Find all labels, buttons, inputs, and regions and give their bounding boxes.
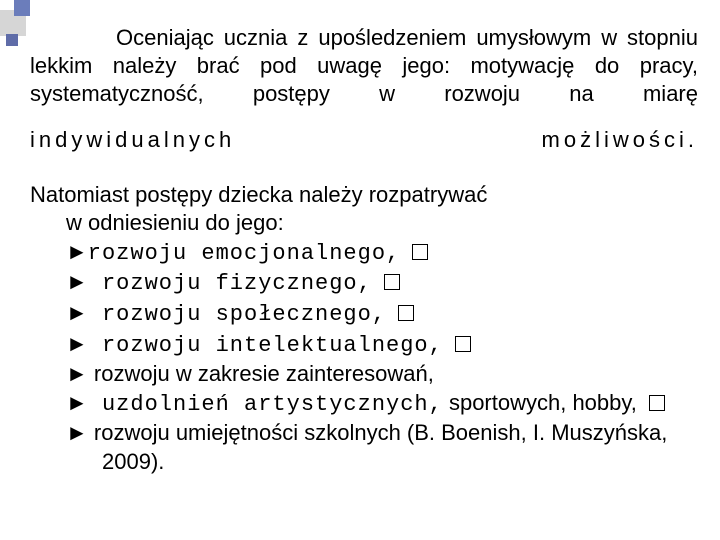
square-blue-small-icon [6, 34, 18, 46]
triangle-icon: ► [66, 390, 88, 415]
box-icon [384, 274, 400, 290]
list-item: ► uzdolnień artystycznych, sportowych, h… [66, 389, 698, 420]
list-item: ► rozwoju intelektualnego, [66, 330, 698, 361]
triangle-icon: ► [66, 331, 88, 356]
item-text: rozwoju emocjonalnego, [88, 241, 400, 266]
bullet-list: ►rozwoju emocjonalnego, ► rozwoju fizycz… [30, 238, 698, 477]
list-item: ► rozwoju fizycznego, [66, 268, 698, 299]
list-item: ►rozwoju emocjonalnego, [66, 238, 698, 269]
lead-line-1: Natomiast postępy dziecka należy rozpatr… [30, 181, 698, 210]
box-icon [649, 395, 665, 411]
item-text: rozwoju intelektualnego, [88, 333, 443, 358]
item-text: sportowych, hobby, [443, 390, 637, 415]
list-item: ► rozwoju w zakresie zainteresowań, [66, 360, 698, 389]
box-icon [455, 336, 471, 352]
item-text: rozwoju w zakresie zainteresowań, [88, 361, 434, 386]
item-text: rozwoju fizycznego, [88, 271, 372, 296]
triangle-icon: ► [66, 300, 88, 325]
square-blue-icon [14, 0, 30, 16]
slide: Oceniając ucznia z upośledzeniem umysłow… [0, 0, 720, 540]
item-text: uzdolnień artystycznych, [88, 392, 443, 417]
triangle-icon: ► [66, 269, 88, 294]
triangle-icon: ► [66, 239, 88, 264]
list-item: ► rozwoju społecznego, [66, 299, 698, 330]
lead-line-2: w odniesieniu do jego: [30, 209, 698, 238]
list-item: ► rozwoju umiejętności szkolnych (B. Boe… [66, 419, 698, 476]
triangle-icon: ► [66, 361, 88, 386]
item-text: rozwoju umiejętności szkolnych (B. Boeni… [88, 420, 668, 474]
box-icon [398, 305, 414, 321]
triangle-icon: ► [66, 420, 88, 445]
box-icon [412, 244, 428, 260]
content-area: Oceniając ucznia z upośledzeniem umysłow… [30, 24, 698, 477]
item-text: rozwoju społecznego, [88, 302, 386, 327]
spaced-line: indywidualnych możliwości. [30, 126, 698, 154]
intro-paragraph: Oceniając ucznia z upośledzeniem umysłow… [30, 24, 698, 108]
lead-lines: Natomiast postępy dziecka należy rozpatr… [30, 181, 698, 238]
